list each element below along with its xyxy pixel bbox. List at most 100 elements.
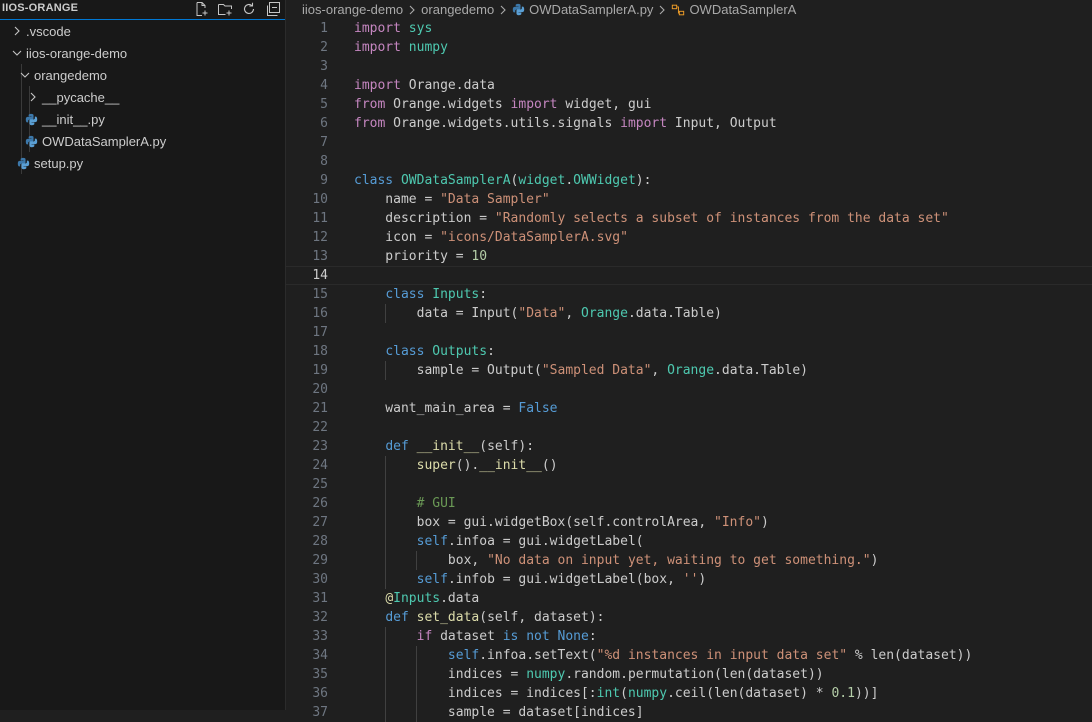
code-line[interactable]: 30 self.infob = gui.widgetLabel(box, '') — [286, 570, 1092, 589]
code-token: OWWidget — [573, 173, 636, 188]
code-line[interactable]: 18 class Outputs: — [286, 342, 1092, 361]
line-number: 23 — [312, 439, 328, 454]
new-folder-icon[interactable] — [216, 0, 234, 18]
code-line[interactable]: 12 icon = "icons/DataSamplerA.svg" — [286, 228, 1092, 247]
python-file-icon — [512, 3, 525, 16]
code-token: data = Input( — [354, 306, 519, 321]
line-number: 19 — [312, 363, 328, 378]
code-token: ): — [635, 173, 652, 188]
code-token: .infob = gui.widgetLabel(box, — [447, 572, 683, 587]
tree-folder-orangedemo[interactable]: orangedemo — [0, 64, 303, 86]
breadcrumb-item-file[interactable]: OWDataSamplerA.py — [529, 2, 653, 17]
line-number: 36 — [312, 686, 328, 701]
code-line[interactable]: 11 description = "Randomly selects a sub… — [286, 209, 1092, 228]
code-token: : — [588, 629, 597, 644]
code-line[interactable]: 8 — [286, 152, 1092, 171]
breadcrumb-item-subfolder[interactable]: orangedemo — [421, 2, 494, 17]
code-token: "Data Sampler" — [440, 192, 550, 207]
code-line[interactable]: 13 priority = 10 — [286, 247, 1092, 266]
code-line[interactable]: 24 super().__init__() — [286, 456, 1092, 475]
code-line[interactable]: 36 indices = indices[:int(numpy.ceil(len… — [286, 684, 1092, 703]
code-line[interactable]: 17 — [286, 323, 1092, 342]
code-token: sample = dataset[indices] — [354, 705, 644, 720]
code-token: from — [354, 97, 386, 112]
code-line[interactable]: 7 — [286, 133, 1092, 152]
code-line[interactable]: 29 box, "No data on input yet, waiting t… — [286, 551, 1092, 570]
code-line[interactable]: 31 @Inputs.data — [286, 589, 1092, 608]
code-token: 10 — [471, 249, 488, 264]
chevron-down-icon — [18, 68, 32, 82]
code-line[interactable]: 27 box = gui.widgetBox(self.controlArea,… — [286, 513, 1092, 532]
new-file-icon[interactable] — [192, 0, 210, 18]
code-line[interactable]: 34 self.infoa.setText("%d instances in i… — [286, 646, 1092, 665]
code-line[interactable]: 19 sample = Output("Sampled Data", Orang… — [286, 361, 1092, 380]
code-token: Orange.widgets — [385, 97, 511, 112]
code-text: description = "Randomly selects a subset… — [354, 209, 949, 228]
code-line[interactable]: 14 — [286, 266, 1092, 285]
code-line[interactable]: 23 def __init__(self): — [286, 437, 1092, 456]
code-token: @ — [385, 591, 394, 606]
tree-folder-vscode[interactable]: .vscode — [0, 20, 295, 42]
code-token: class — [354, 173, 394, 188]
code-text: import Orange.data — [354, 76, 495, 95]
code-token: Outputs — [432, 344, 488, 359]
explorer-header[interactable]: IIOS-ORANGE — [0, 0, 285, 20]
collapse-all-icon[interactable] — [264, 0, 282, 18]
code-line[interactable]: 35 indices = numpy.random.permutation(le… — [286, 665, 1092, 684]
code-text: data = Input("Data", Orange.data.Table) — [354, 304, 722, 323]
code-line[interactable]: 28 self.infoa = gui.widgetLabel( — [286, 532, 1092, 551]
code-token: Orange — [581, 306, 628, 321]
code-line[interactable]: 37 sample = dataset[indices] — [286, 703, 1092, 722]
code-line[interactable]: 1 import sys — [286, 19, 1092, 38]
tree-folder-iios-orange-demo[interactable]: iios-orange-demo — [0, 42, 295, 64]
workspace-title[interactable]: IIOS-ORANGE — [2, 2, 78, 14]
line-number: 26 — [312, 496, 328, 511]
code-line[interactable]: 16 data = Input("Data", Orange.data.Tabl… — [286, 304, 1092, 323]
breadcrumb-item-folder[interactable]: iios-orange-demo — [302, 2, 403, 17]
breadcrumb-item-symbol[interactable]: OWDataSamplerA — [689, 2, 796, 17]
code-line[interactable]: 10 name = "Data Sampler" — [286, 190, 1092, 209]
code-token: import — [354, 21, 401, 36]
code-line[interactable]: 2 import numpy — [286, 38, 1092, 57]
code-token: indices = — [354, 667, 527, 682]
code-token: 0.1 — [831, 686, 855, 701]
line-number: 6 — [320, 116, 328, 131]
tree-folder-pycache[interactable]: __pycache__ — [0, 86, 311, 108]
code-line[interactable]: 9 class OWDataSamplerA(widget.OWWidget): — [286, 171, 1092, 190]
code-line[interactable]: 6 from Orange.widgets.utils.signals impor… — [286, 114, 1092, 133]
line-number: 34 — [312, 648, 328, 663]
code-token: ) — [698, 572, 707, 587]
code-line[interactable]: 15 class Inputs: — [286, 285, 1092, 304]
code-line[interactable]: 33 if dataset is not None: — [286, 627, 1092, 646]
code-line[interactable]: 32 def set_data(self, dataset): — [286, 608, 1092, 627]
code-line[interactable]: 3 — [286, 57, 1092, 76]
code-line[interactable]: 25 — [286, 475, 1092, 494]
tree-file-setup-py[interactable]: setup.py — [0, 152, 301, 174]
code-line[interactable]: 4 import Orange.data — [286, 76, 1092, 95]
code-token: import — [620, 116, 668, 131]
code-line[interactable]: 26 # GUI — [286, 494, 1092, 513]
code-token: Orange.data — [400, 78, 495, 93]
code-token: "No data on input yet, waiting to get so… — [487, 553, 871, 568]
code-text: @Inputs.data — [354, 589, 479, 608]
code-token: () — [541, 458, 558, 473]
python-file-icon — [16, 156, 30, 170]
line-number: 3 — [320, 59, 328, 74]
tree-file-owdatasamplera-py[interactable]: OWDataSamplerA.py — [0, 130, 309, 152]
code-token: : — [479, 287, 488, 302]
code-line[interactable]: 5 from Orange.widgets import widget, gui — [286, 95, 1092, 114]
tree-file-init-py[interactable]: __init__.py — [0, 108, 309, 130]
explorer-sidebar: IIOS-ORANGE .vscode iios-orange-demo ora… — [0, 0, 286, 710]
line-number: 12 — [312, 230, 328, 245]
code-line[interactable]: 20 — [286, 380, 1092, 399]
code-token: # GUI — [416, 496, 456, 511]
refresh-icon[interactable] — [240, 0, 258, 18]
code-token: ))] — [854, 686, 879, 701]
code-area[interactable]: 1 import sys 2 import numpy 3 4 import Orange.… — [286, 19, 1092, 722]
code-line[interactable]: 22 — [286, 418, 1092, 437]
code-line[interactable]: 21 want_main_area = False — [286, 399, 1092, 418]
code-text: indices = numpy.random.permutation(len(d… — [354, 665, 824, 684]
code-text: # GUI — [354, 494, 456, 513]
line-number: 7 — [320, 135, 328, 150]
